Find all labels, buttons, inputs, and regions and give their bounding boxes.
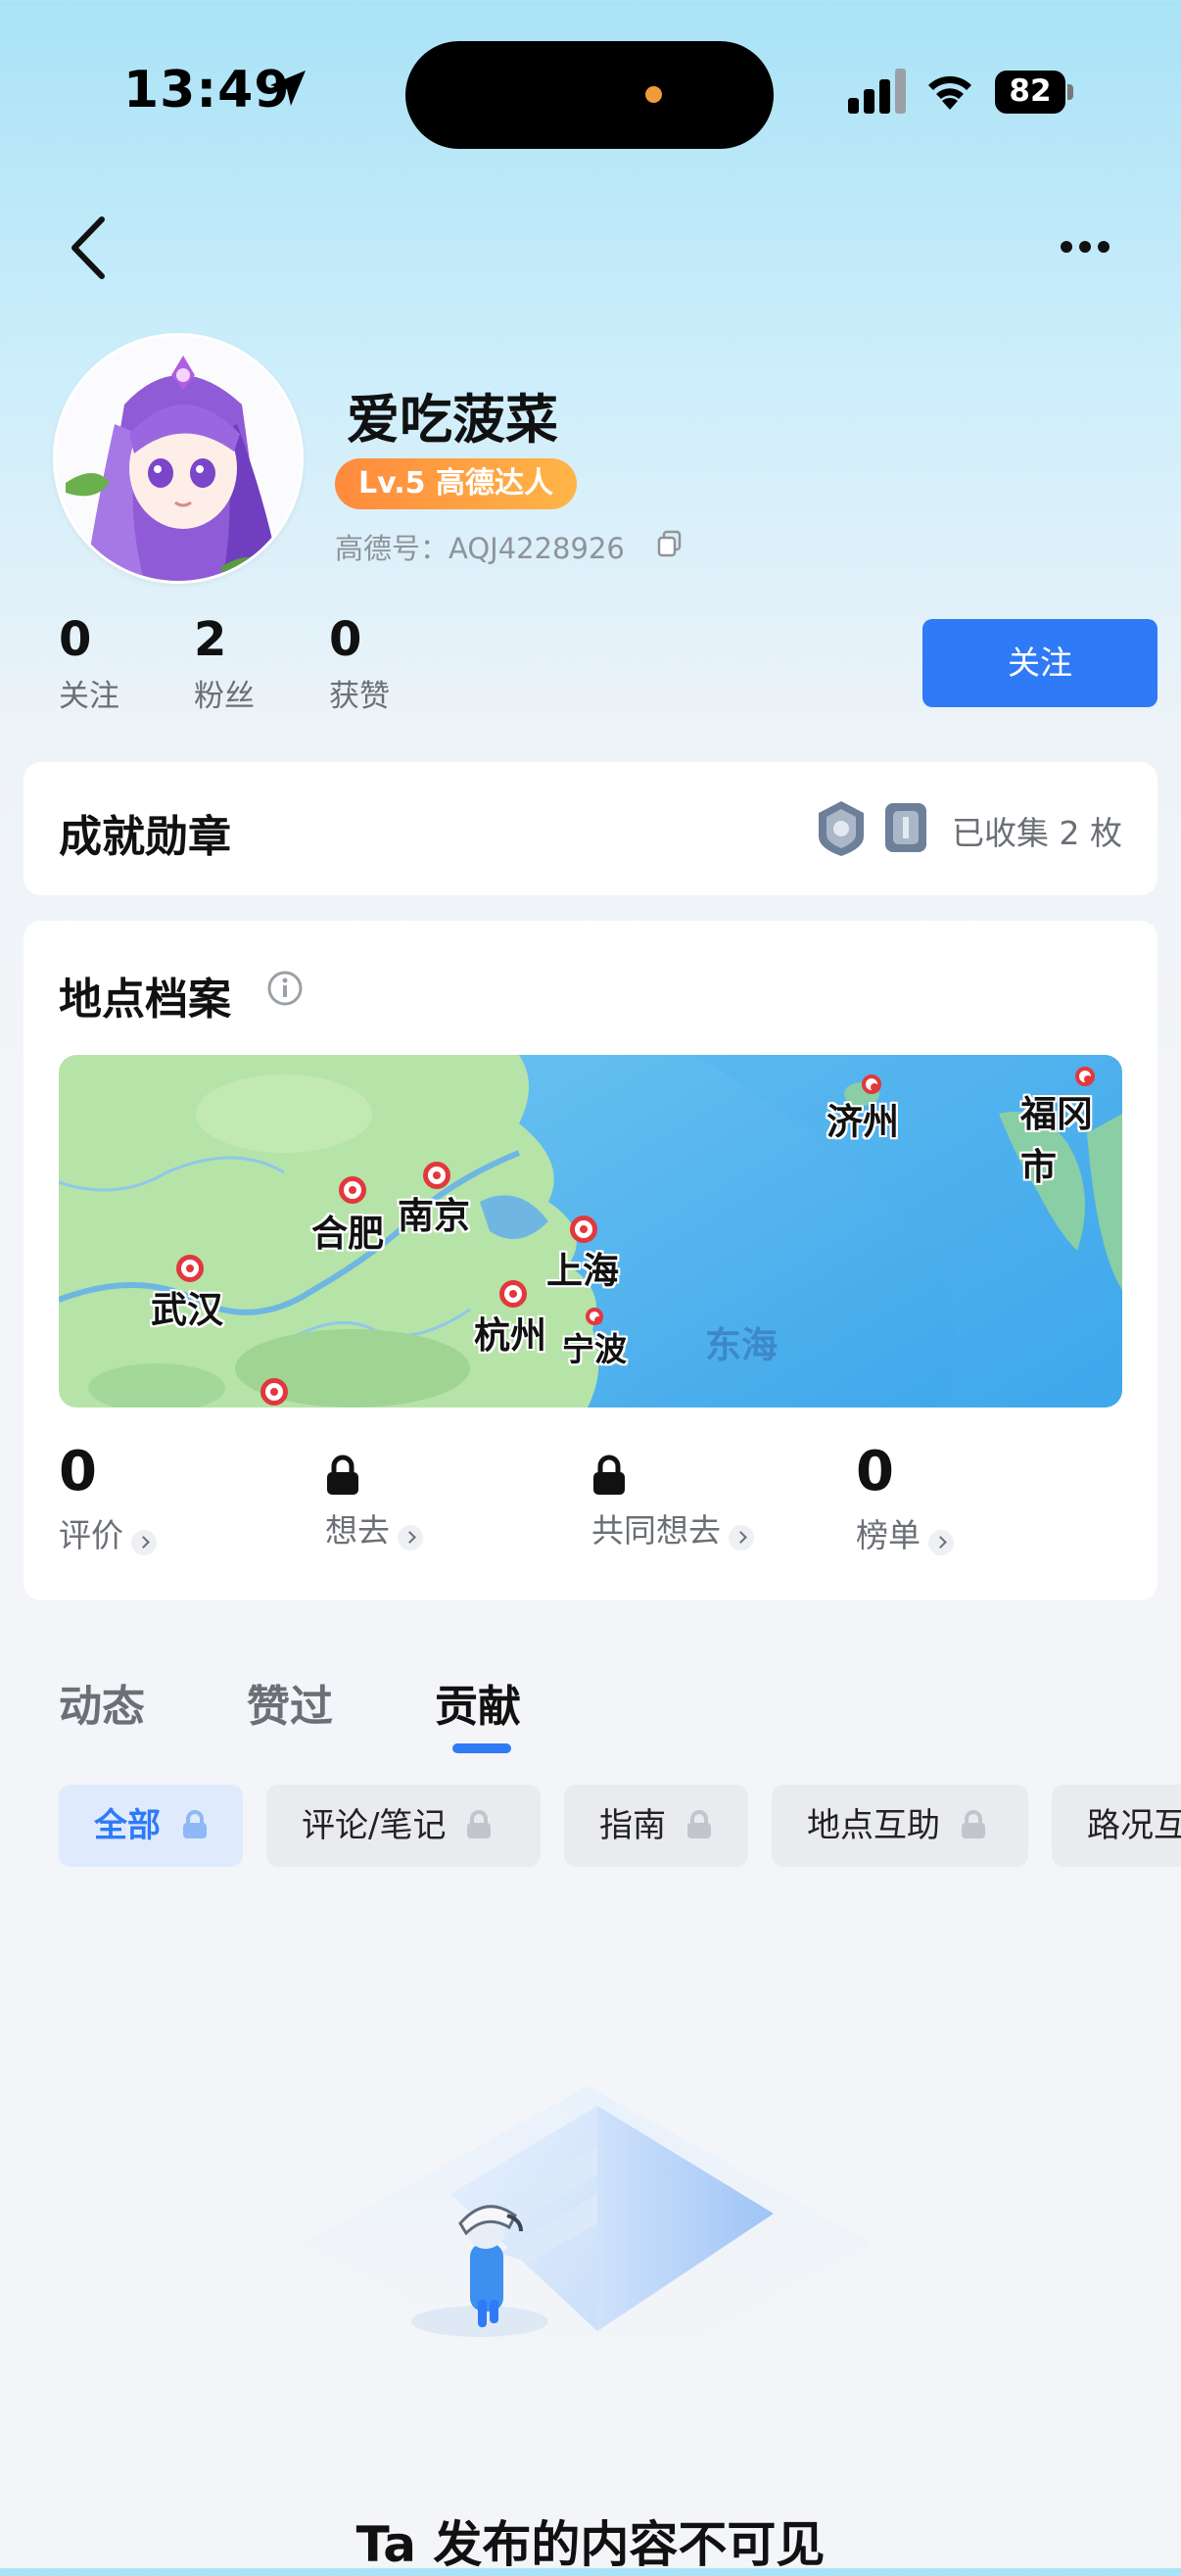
chevron-right-icon [729,1524,754,1550]
status-time: 13:49 [123,61,291,119]
dynamic-island [405,41,774,149]
stat-label: 关注 [59,679,119,714]
tab-moments[interactable]: 动态 [59,1671,145,1734]
battery-indicator: 82 [995,71,1073,114]
more-options-icon[interactable] [1060,229,1110,264]
place-stat-want-to-go[interactable]: 想去 [325,1440,423,1551]
map-label-ningbo: 宁波 [562,1330,627,1368]
lock-icon [467,1809,492,1838]
lock-icon [686,1809,711,1838]
lock-icon [961,1809,985,1838]
stat-likes[interactable]: 0 获赞 [329,612,390,715]
map-pin [570,1216,597,1243]
chevron-right-icon [398,1524,423,1550]
medal-count: 已收集 2 枚 [952,814,1122,852]
stat-following[interactable]: 0 关注 [59,612,119,715]
map-label-jeju: 济州 [827,1101,899,1143]
map-label-fukuoka: 福冈市 [1020,1093,1093,1188]
map-pin [862,1074,881,1094]
place-stat-value: 0 [59,1440,97,1503]
filter-label: 评论/笔记 [302,1806,447,1845]
map-label-hefei: 合肥 [311,1213,384,1255]
filter-all[interactable]: 全部 [59,1785,243,1867]
filter-traffic-help[interactable]: 路况互 [1052,1785,1181,1867]
active-tab-indicator [452,1743,511,1753]
lock-icon [327,1455,358,1495]
place-stat-value: 0 [856,1440,894,1503]
filter-label: 全部 [94,1806,161,1845]
place-stat-label: 榜单 [856,1516,921,1554]
follow-button[interactable]: 关注 [922,619,1157,707]
gaode-id: 高德号：AQJ4228926 [335,532,625,565]
map-pin [1075,1067,1095,1086]
map-pin [339,1176,366,1204]
map-label-east-sea: 东海 [705,1324,778,1366]
map-pin [176,1255,204,1282]
profile-name: 爱吃菠菜 [347,389,558,451]
achievements-title: 成就勋章 [59,812,231,862]
places-title: 地点档案 [59,975,231,1025]
stat-value: 0 [59,612,92,667]
place-stat-reviews[interactable]: 0 评价 [59,1440,157,1556]
place-stat-label: 想去 [325,1511,390,1550]
medal-icon [819,801,864,856]
map-label-shanghai: 上海 [546,1250,619,1292]
map-pin [499,1280,527,1308]
cellular-signal-icon [848,69,906,114]
filter-label: 地点互助 [807,1806,940,1845]
filter-label: 指南 [599,1806,666,1845]
chevron-right-icon [131,1529,157,1555]
filter-guides[interactable]: 指南 [564,1785,748,1867]
stat-label: 获赞 [329,679,390,714]
empty-state-illustration [304,2086,872,2400]
place-stat-common-want[interactable]: 共同想去 [591,1440,754,1551]
copy-icon[interactable] [656,530,684,557]
filter-reviews-notes[interactable]: 评论/笔记 [266,1785,541,1867]
map-pin [423,1162,450,1189]
stat-label: 粉丝 [194,679,255,714]
place-stat-lists[interactable]: 0 榜单 [856,1440,954,1556]
battery-level: 82 [1009,73,1052,109]
map-label-nanjing: 南京 [398,1195,470,1237]
avatar-illustration [56,336,301,581]
lock-icon [593,1455,625,1495]
tab-contributions[interactable]: 贡献 [435,1671,521,1734]
filter-label: 路况互 [1087,1806,1181,1845]
lock-icon [182,1809,207,1838]
chevron-right-icon [928,1529,954,1555]
back-arrow-icon[interactable] [65,214,119,282]
place-stat-label: 共同想去 [591,1511,721,1550]
tab-liked[interactable]: 赞过 [247,1671,333,1734]
medal-icon [885,803,926,852]
stat-value: 0 [329,612,362,667]
filter-place-help[interactable]: 地点互助 [772,1785,1028,1867]
privacy-indicator [645,86,662,103]
location-arrow-icon [270,71,306,106]
map-label-hangzhou: 杭州 [474,1314,546,1357]
avatar[interactable] [53,333,304,584]
stat-fans[interactable]: 2 粉丝 [194,612,255,715]
place-stat-label: 评价 [59,1516,123,1554]
info-icon[interactable] [266,970,304,1007]
places-map[interactable]: 济州 福冈市 合肥 南京 上海 武汉 杭州 宁波 东海 [59,1055,1122,1407]
map-pin [260,1378,288,1406]
level-badge[interactable]: Lv.5 高德达人 [335,458,577,509]
achievements-card[interactable]: 成就勋章 已收集 2 枚 [24,762,1157,895]
empty-state-message: Ta 发布的内容不可见 [355,2516,826,2573]
wifi-icon [928,75,971,110]
map-label-wuhan: 武汉 [151,1289,223,1331]
stat-value: 2 [194,612,227,667]
